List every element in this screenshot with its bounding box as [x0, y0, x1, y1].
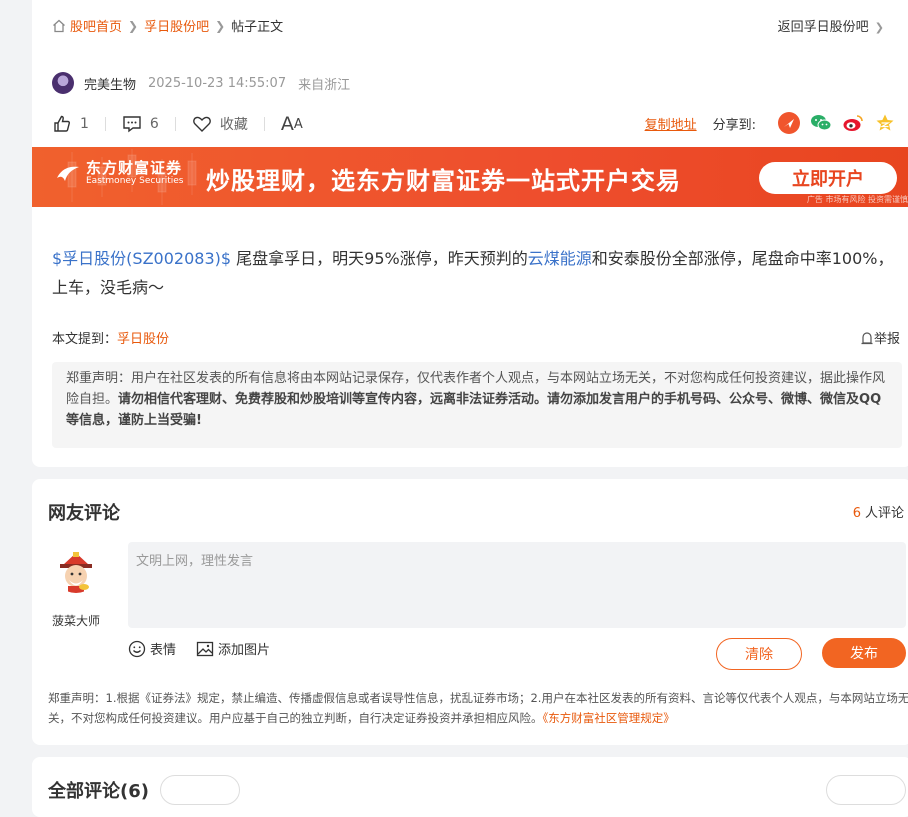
emoji-button[interactable]: 表情: [128, 639, 176, 658]
share-qzone-icon[interactable]: [874, 112, 896, 134]
chevron-right-icon: ❯: [215, 18, 226, 33]
ad-label: 广告 市场有风险 投资需谨慎: [806, 195, 908, 204]
share-bar: 复制地址 分享到:: [645, 112, 896, 134]
breadcrumb-current: 帖子正文: [231, 20, 284, 35]
banner-logo: 东方财富证券 Eastmoney Securities: [56, 160, 183, 186]
mentioned-stocks: 本文提到：孚日股份: [52, 332, 170, 347]
share-wechat-icon[interactable]: [810, 112, 832, 134]
like-count: 1: [80, 116, 89, 132]
chevron-right-icon: ❯: [874, 21, 884, 34]
post-time: 2025-10-23 14:55:07: [148, 75, 287, 91]
clear-button[interactable]: 清除: [716, 638, 802, 670]
home-icon[interactable]: [52, 19, 66, 33]
favorite-button[interactable]: 收藏: [192, 114, 248, 134]
author-name[interactable]: 完美生物: [84, 74, 136, 93]
post-content: $孚日股份(SZ002083)$ 尾盘拿孚日，明天95%涨停，昨天预判的云煤能源…: [52, 244, 898, 302]
comment-card: 网友评论 6人评论 菠菜大师 表情 添加图片 清除 发布 郑重声明：1.根据《证…: [32, 479, 908, 745]
avatar[interactable]: [52, 72, 74, 94]
disclaimer-box: 郑重声明：用户在社区发表的所有信息将由本网站记录保存，仅代表作者个人观点，与本网…: [52, 362, 902, 448]
comment-input[interactable]: [128, 542, 906, 628]
heart-icon: [192, 116, 211, 132]
community-rules-link[interactable]: 《东方财富社区管理规定》: [543, 711, 675, 725]
report-icon: [861, 331, 873, 344]
thumbs-up-icon: [54, 115, 70, 132]
divider: [104, 117, 106, 131]
share-eastmoney-icon[interactable]: [778, 112, 800, 134]
breadcrumb-bar[interactable]: 孚日股份吧: [144, 16, 209, 35]
back-to-bar-link[interactable]: 返回孚日股份吧 ❯: [778, 16, 884, 35]
comment-disclaimer: 郑重声明：1.根据《证券法》规定，禁止编造、传播虚假信息或者误导性信息，扰乱证券…: [48, 691, 908, 725]
divider: [263, 117, 265, 131]
user-avatar[interactable]: [54, 549, 98, 593]
favorite-label: 收藏: [219, 117, 248, 133]
share-label: 分享到:: [712, 117, 756, 133]
banner-slogan: 炒股理财，选东方财富证券一站式开户交易: [206, 167, 681, 195]
all-comments-title: 全部评论(6): [48, 781, 149, 802]
open-account-button[interactable]: 立即开户: [759, 162, 897, 194]
post-location: 来自浙江: [298, 77, 351, 93]
stock-tag-link[interactable]: $孚日股份(SZ002083)$: [52, 249, 231, 268]
breadcrumb: 股吧首页 ❯ 孚日股份吧 ❯ 帖子正文: [52, 16, 283, 35]
comment-icon: [123, 116, 141, 133]
post-card: 股吧首页 ❯ 孚日股份吧 ❯ 帖子正文 返回孚日股份吧 ❯ 完美生物 2025-…: [32, 0, 908, 467]
comment-count: 6: [149, 116, 159, 132]
like-button[interactable]: 1: [52, 114, 89, 134]
comments-title: 网友评论: [48, 503, 120, 524]
post-text: 尾盘拿孚日，明天95%涨停，昨天预判的: [231, 249, 528, 268]
chevron-right-icon: ❯: [128, 18, 139, 33]
report-button[interactable]: 举报: [860, 328, 900, 347]
keyword-link[interactable]: 云煤能源: [528, 249, 592, 268]
all-comments-card: 全部评论(6): [32, 757, 908, 817]
author-row: 完美生物 2025-10-23 14:55:07 来自浙江: [52, 72, 362, 94]
disclaimer-warning: 请勿相信代客理财、免费荐股和炒股培训等宣传内容，远离非法证券活动。请勿添加发言用…: [66, 392, 882, 428]
image-icon: [196, 641, 214, 656]
eastmoney-logo-icon: [57, 166, 79, 181]
filter-toggle[interactable]: [826, 775, 906, 805]
post-actions: 1 6 收藏 AA: [52, 113, 303, 135]
add-image-button[interactable]: 添加图片: [196, 639, 270, 658]
comment-username: 菠菜大师: [52, 614, 101, 628]
divider: [174, 117, 176, 131]
copy-link-button[interactable]: 复制地址: [645, 114, 697, 133]
comments-count: 6 人评论: [852, 506, 904, 521]
smiley-icon: [128, 640, 146, 657]
breadcrumb-home[interactable]: 股吧首页: [70, 16, 122, 35]
mentioned-stock-link[interactable]: 孚日股份: [117, 332, 169, 347]
ad-banner[interactable]: 东方财富证券 Eastmoney Securities 炒股理财，选东方财富证券…: [32, 147, 908, 207]
comment-button[interactable]: 6: [122, 114, 159, 134]
comment-tools: 表情 添加图片: [128, 639, 290, 658]
share-weibo-icon[interactable]: [842, 112, 864, 134]
font-size-button[interactable]: AA: [281, 113, 303, 135]
sort-toggle[interactable]: [160, 775, 240, 805]
post-comment-button[interactable]: 发布: [822, 638, 906, 668]
